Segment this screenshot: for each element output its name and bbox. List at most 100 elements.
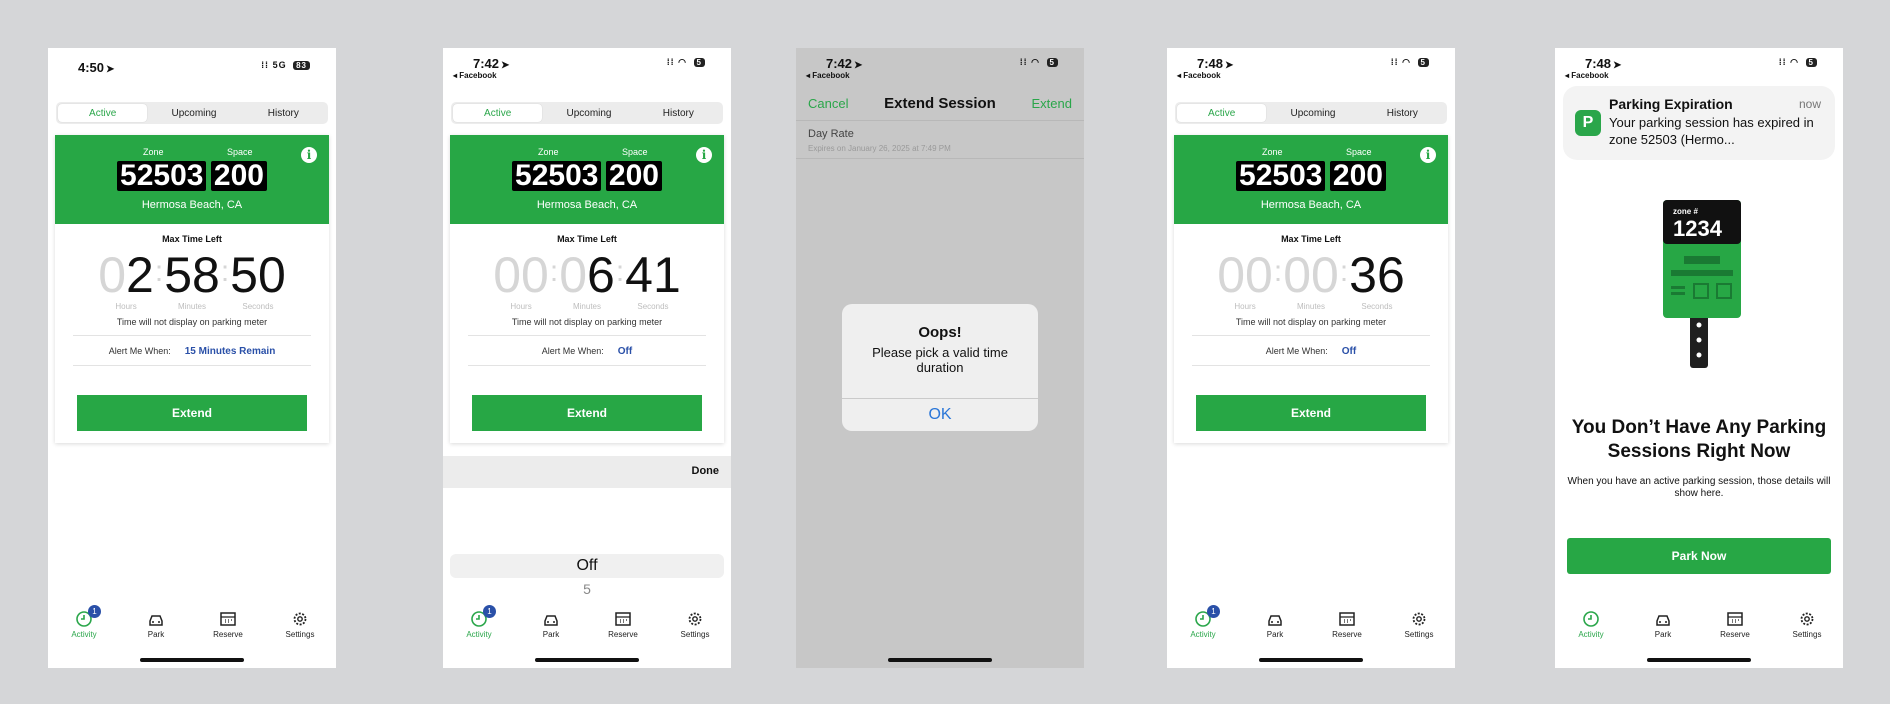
alert-value[interactable]: Off	[618, 346, 632, 357]
space-label: Space	[227, 147, 253, 157]
city-label: Hermosa Beach, CA	[1260, 199, 1362, 211]
sign-zone-label: zone #	[1673, 207, 1698, 216]
tab-upcoming[interactable]: Upcoming	[544, 102, 633, 124]
info-icon[interactable]: i	[696, 147, 712, 163]
notification-title: Parking Expiration	[1609, 96, 1733, 112]
rate-row[interactable]: Day Rate Expires on January 26, 2025 at …	[796, 120, 1084, 159]
tab-history[interactable]: History	[634, 102, 723, 124]
countdown-timer: 00 Hours : 00 Minutes : 36 Seconds	[1217, 247, 1405, 311]
minutes-unit: Minutes	[177, 302, 206, 311]
park-now-button[interactable]: Park Now	[1567, 538, 1831, 574]
nav-reserve[interactable]: Reserve	[1699, 610, 1771, 646]
tab-history[interactable]: History	[239, 102, 328, 124]
tab-active[interactable]: Active	[453, 104, 543, 122]
space-label: Space	[622, 147, 648, 157]
bottom-nav: 1 Activity Park Reserve Settings	[48, 605, 336, 646]
nav-settings[interactable]: Settings	[1771, 610, 1843, 646]
status-bar: 7:48 ➤ ◂ Facebook ⁞⁞ ◠ 5	[1167, 48, 1455, 86]
alert-value[interactable]: 15 Minutes Remain	[185, 346, 276, 357]
gear-icon	[1800, 612, 1814, 626]
car-icon	[1656, 615, 1670, 626]
nav-park[interactable]: Park	[1627, 610, 1699, 646]
nav-settings[interactable]: Settings	[1383, 610, 1455, 646]
picker-toolbar: Done	[443, 456, 731, 488]
extend-confirm-button[interactable]: Extend	[1032, 96, 1072, 111]
extend-button[interactable]: Extend	[1196, 395, 1426, 431]
max-time-label: Max Time Left	[1281, 234, 1341, 244]
zone-label: Zone	[538, 147, 559, 157]
extend-button[interactable]: Extend	[77, 395, 307, 431]
signal-indicator: ⁞⁞ ◠ 5	[1020, 57, 1058, 68]
location-arrow-icon: ➤	[1613, 60, 1622, 71]
screen-active-session-1: 4:50 ➤ ⁞⁞ 5G 83 Active Upcoming History Z…	[48, 48, 336, 668]
nav-settings[interactable]: Settings	[264, 610, 336, 646]
back-to-facebook[interactable]: ◂ Facebook	[1177, 71, 1221, 80]
city-label: Hermosa Beach, CA	[141, 199, 243, 211]
clock: 4:50 ➤	[78, 60, 115, 75]
info-icon[interactable]: i	[1420, 147, 1436, 163]
zone-number: 52503	[117, 161, 207, 191]
nav-activity[interactable]: 1 Activity	[1167, 605, 1239, 646]
bottom-nav: 1 Activity Park Reserve Settings	[443, 605, 731, 646]
hours-value: 00	[493, 247, 549, 303]
alert-setting[interactable]: Alert Me When: Off	[1174, 344, 1448, 357]
nav-reserve[interactable]: Reserve	[587, 610, 659, 646]
calendar-icon	[220, 612, 236, 626]
picker-selected-option[interactable]: Off	[450, 554, 724, 578]
seconds-unit: Seconds	[242, 302, 274, 311]
notification-body: Your parking session has expired in zone…	[1609, 115, 1814, 147]
location-arrow-icon: ➤	[501, 60, 510, 71]
nav-activity[interactable]: 1 Activity	[48, 605, 120, 646]
alert-setting[interactable]: Alert Me When: Off	[450, 344, 724, 357]
tab-upcoming[interactable]: Upcoming	[149, 102, 238, 124]
battery-icon: 83	[293, 61, 310, 70]
zone-label: Zone	[1262, 147, 1283, 157]
max-time-label: Max Time Left	[162, 234, 222, 244]
extend-nav-bar: Cancel Extend Session Extend	[796, 86, 1084, 121]
back-to-facebook[interactable]: ◂ Facebook	[806, 71, 850, 80]
alert-setting[interactable]: Alert Me When: 15 Minutes Remain	[55, 344, 329, 357]
back-to-facebook[interactable]: ◂ Facebook	[1565, 71, 1609, 80]
picker-option[interactable]: 5	[443, 581, 731, 597]
hours-unit: Hours	[115, 302, 137, 311]
nav-reserve[interactable]: Reserve	[1311, 610, 1383, 646]
extend-button[interactable]: Extend	[472, 395, 702, 431]
done-button[interactable]: Done	[692, 465, 720, 477]
gear-icon	[688, 612, 702, 626]
alert-value[interactable]: Off	[1342, 346, 1356, 357]
session-card: Zone Space 52503 200 Hermosa Beach, CA i…	[450, 135, 724, 443]
alert-label: Alert Me When:	[108, 346, 171, 356]
nav-activity[interactable]: 1 Activity	[443, 605, 515, 646]
gear-icon	[293, 612, 307, 626]
empty-state-title: You Don’t Have Any Parking Sessions Righ…	[1571, 417, 1827, 462]
alert-title: Oops!	[918, 324, 962, 341]
hours-value: 00	[1217, 247, 1273, 303]
push-notification[interactable]: P Parking Expiration now Your parking se…	[1563, 86, 1835, 160]
zone-number: 52503	[512, 161, 602, 191]
seconds-unit: Seconds	[637, 302, 669, 311]
status-bar: 4:50 ➤ ⁞⁞ 5G 83	[48, 48, 336, 86]
seconds-value: 50	[230, 247, 286, 303]
back-to-facebook[interactable]: ◂ Facebook	[453, 71, 497, 80]
signal-indicator: ⁞⁞ ◠ 5	[1779, 57, 1817, 68]
nav-park[interactable]: Park	[515, 610, 587, 646]
hours-digit-dim: 0	[98, 247, 127, 303]
hours-unit: Hours	[1234, 302, 1256, 311]
tab-upcoming[interactable]: Upcoming	[1268, 102, 1357, 124]
nav-reserve[interactable]: Reserve	[192, 610, 264, 646]
info-icon[interactable]: i	[301, 147, 317, 163]
car-icon	[149, 615, 163, 626]
nav-park[interactable]: Park	[120, 610, 192, 646]
nav-settings[interactable]: Settings	[659, 610, 731, 646]
clock: 7:42 ➤	[826, 56, 863, 71]
nav-activity[interactable]: Activity	[1555, 610, 1627, 646]
tab-active[interactable]: Active	[58, 104, 148, 122]
ok-button[interactable]: OK	[842, 398, 1038, 431]
signal-indicator: ⁞⁞ ◠ 5	[1391, 57, 1429, 68]
nav-park[interactable]: Park	[1239, 610, 1311, 646]
tab-active[interactable]: Active	[1177, 104, 1267, 122]
status-bar: 7:42 ➤ ◂ Facebook ⁞⁞ ◠ 5	[796, 48, 1084, 86]
signal-indicator: ⁞⁞ 5G 83	[261, 60, 310, 70]
minutes-unit: Minutes	[1296, 302, 1325, 311]
tab-history[interactable]: History	[1358, 102, 1447, 124]
